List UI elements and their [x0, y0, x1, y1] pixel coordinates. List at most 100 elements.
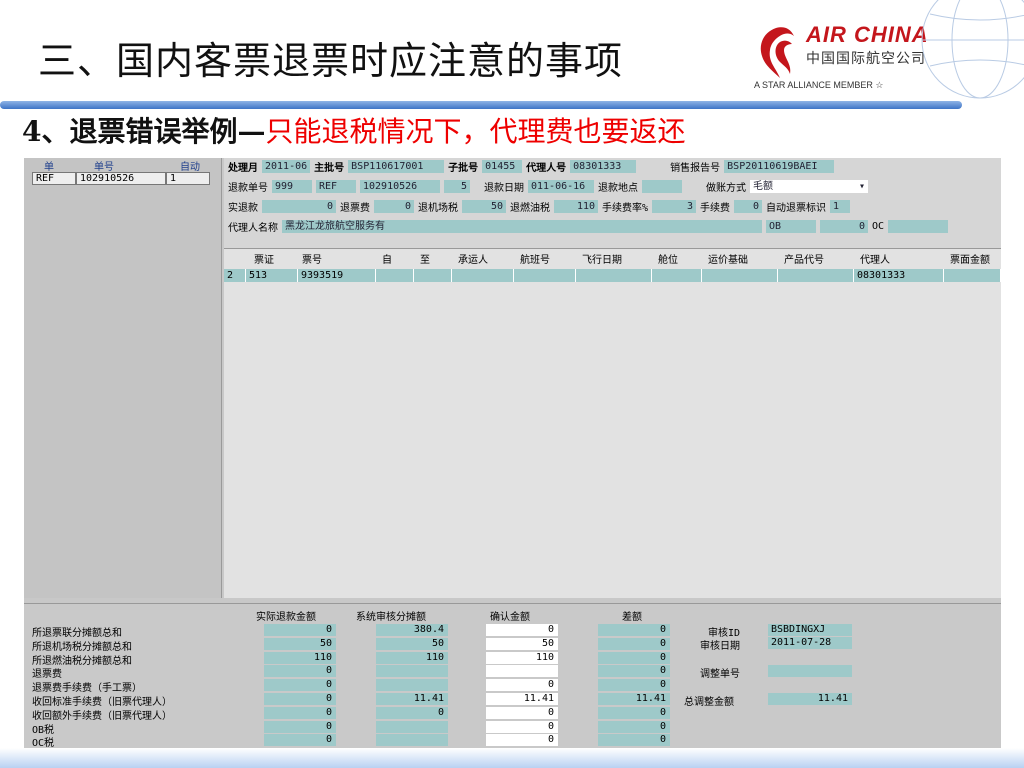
field-refund-count[interactable]: 5 [444, 179, 470, 193]
field-refund-date[interactable]: 011-06-16 [528, 179, 594, 193]
cell-system-audit[interactable]: 11.41 [376, 693, 448, 705]
slide-footer-band [0, 748, 1024, 768]
field-refund-number[interactable]: 102910526 [360, 179, 440, 193]
cell-difference[interactable]: 0 [598, 665, 670, 678]
cell-confirmed[interactable]: 11.41 [486, 693, 558, 705]
field-airport-tax[interactable]: 50 [462, 199, 506, 213]
grid-cell-index: 2 [224, 269, 246, 282]
field-agent-no[interactable]: 08301333 [570, 159, 637, 173]
grid-cell-ticket-no: 9393519 [298, 269, 376, 282]
field-actual-refund[interactable]: 0 [262, 199, 336, 213]
cell-actual-refund[interactable]: 0 [264, 706, 336, 719]
table-row[interactable]: 2 513 9393519 08301333 [224, 269, 1001, 282]
field-oc-value[interactable] [888, 219, 949, 233]
field-adjust-no[interactable] [768, 665, 852, 677]
col-header-difference: 差额 [622, 612, 642, 623]
field-fee-rate[interactable]: 3 [652, 199, 697, 213]
refund-system-screenshot: 单 单号 自动 REF 102910526 1 处理月 2011-06 主批号 … [24, 158, 1001, 750]
cell-difference[interactable]: 0 [598, 706, 670, 719]
cell-confirmed[interactable] [486, 665, 558, 678]
field-process-month[interactable]: 2011-06 [262, 159, 311, 173]
cell-system-audit[interactable]: 0 [376, 706, 448, 719]
grid-cell-fare-basis [702, 269, 778, 282]
field-total-adjust[interactable]: 11.41 [768, 693, 852, 705]
cell-difference[interactable]: 0 [598, 637, 670, 650]
field-refund-no[interactable]: 999 [272, 179, 312, 193]
cell-confirmed[interactable]: 0 [486, 624, 558, 636]
grid-header-flight-no: 航班号 [520, 255, 550, 266]
field-main-batch[interactable]: BSP110617001 [348, 159, 445, 173]
cell-difference[interactable]: 0 [598, 651, 670, 664]
reconciliation-row-label: 收回额外手续费（旧票代理人） [32, 710, 172, 722]
label-refund-no: 退款单号 [228, 182, 268, 194]
cell-confirmed[interactable]: 0 [486, 734, 558, 747]
cell-actual-refund[interactable]: 0 [264, 734, 336, 747]
phoenix-logo-icon [760, 27, 794, 78]
label-agent-name: 代理人名称 [228, 222, 278, 234]
field-sub-batch[interactable]: 01455 [482, 159, 523, 173]
col-header-type: 单 [44, 162, 54, 173]
grid-cell-cabin [652, 269, 702, 282]
label-audit-date: 审核日期 [700, 641, 740, 652]
chevron-down-icon[interactable]: ▾ [859, 180, 865, 193]
cell-difference[interactable]: 0 [598, 720, 670, 733]
reconciliation-panel: 实际退款金额 系统审核分摊额 确认金额 差额 所退票联分摊额总和 0 380.4 0 0… [24, 603, 1001, 750]
field-auto-refund-flag[interactable]: 1 [830, 199, 851, 213]
cell-actual-refund[interactable]: 0 [264, 720, 336, 733]
label-accounting-method: 做账方式 [706, 182, 746, 194]
cell-difference[interactable]: 11.41 [598, 693, 670, 705]
field-handling-fee[interactable]: 0 [734, 199, 763, 213]
cell-system-audit[interactable]: 50 [376, 637, 448, 650]
cell-confirmed[interactable]: 110 [486, 651, 558, 664]
grid-header-face-value: 票面金额 [950, 255, 990, 266]
cell-actual-refund[interactable]: 50 [264, 637, 336, 650]
cell-difference[interactable]: 0 [598, 624, 670, 636]
label-refund-fee: 退票费 [340, 202, 370, 214]
cell-system-audit[interactable] [376, 720, 448, 733]
label-actual-refund: 实退款 [228, 202, 258, 214]
cell-system-audit[interactable] [376, 665, 448, 678]
form-line-2: 退款单号 999 REF 102910526 5 退款日期 011-06-16 … [228, 178, 868, 194]
cell-confirmed[interactable]: 0 [486, 679, 558, 692]
globe-icon [921, 0, 1024, 99]
field-sales-report[interactable]: BSP20110619BAEI [724, 159, 835, 173]
cell-confirmed[interactable]: 0 [486, 706, 558, 719]
cell-actual-refund[interactable]: 0 [264, 679, 336, 692]
cell-confirmed[interactable]: 0 [486, 720, 558, 733]
field-refund-fee[interactable]: 0 [374, 199, 414, 213]
accounting-method-value: 毛额 [753, 180, 773, 192]
grid-cell-face-value [944, 269, 1001, 282]
grid-cell-from [376, 269, 414, 282]
label-fee-rate: 手续费率% [602, 202, 649, 214]
field-refund-place[interactable] [642, 179, 682, 193]
cell-actual-refund[interactable]: 0 [264, 665, 336, 678]
field-audit-date[interactable]: 2011-07-28 [768, 637, 852, 649]
form-line-3: 实退款 0 退票费 0 退机场税 50 退燃油税 110 手续费率% 3 手续费… [228, 198, 851, 214]
label-refund-date: 退款日期 [484, 182, 524, 194]
label-handling-fee: 手续费 [700, 202, 731, 214]
field-audit-id[interactable]: BSBDINGXJ [768, 624, 852, 636]
field-refund-type[interactable]: REF [316, 179, 356, 193]
cell-system-audit[interactable]: 110 [376, 651, 448, 664]
cell-confirmed[interactable]: 50 [486, 637, 558, 650]
cell-difference[interactable]: 0 [598, 734, 670, 747]
label-fuel-tax: 退燃油税 [510, 202, 550, 214]
refund-list-row[interactable]: REF 102910526 1 [32, 172, 210, 185]
label-refund-place: 退款地点 [598, 182, 638, 194]
form-line-4: 代理人名称 黑龙江龙旅航空服务有 OB 0 OC [228, 218, 949, 234]
grid-cell-agent: 08301333 [854, 269, 944, 282]
cell-difference[interactable]: 0 [598, 679, 670, 692]
reconciliation-row-label: 收回标准手续费（旧票代理人） [32, 697, 172, 708]
field-fuel-tax[interactable]: 110 [554, 199, 598, 213]
accounting-method-select[interactable]: 毛额 ▾ [750, 179, 868, 193]
cell-actual-refund[interactable]: 0 [264, 624, 336, 636]
cell-actual-refund[interactable]: 0 [264, 693, 336, 705]
field-ob-value[interactable]: 0 [820, 219, 868, 233]
col-header-confirmed: 确认金额 [490, 612, 530, 623]
cell-actual-refund[interactable]: 110 [264, 651, 336, 664]
cell-system-audit[interactable]: 380.4 [376, 624, 448, 636]
cell-system-audit[interactable] [376, 734, 448, 747]
cell-system-audit[interactable] [376, 679, 448, 692]
reconciliation-row-label: OB税 [32, 724, 55, 736]
field-agent-name[interactable]: 黑龙江龙旅航空服务有 [282, 219, 762, 233]
